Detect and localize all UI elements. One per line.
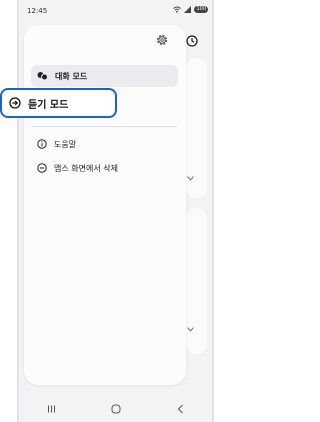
background-app-card[interactable] [186, 208, 207, 354]
home-button[interactable] [111, 404, 121, 414]
wifi-icon [173, 6, 182, 13]
navigation-bar [19, 398, 212, 420]
minus-circle-icon [37, 163, 47, 173]
menu-item-label: 듣기 모드 [28, 99, 69, 111]
info-icon [37, 139, 47, 149]
battery-icon: 100 [194, 6, 208, 13]
status-time: 12:45 [27, 7, 48, 15]
chevron-down-icon [187, 327, 194, 332]
arrow-right-circle-icon [9, 97, 21, 109]
signal-icon [184, 6, 192, 13]
chevron-down-icon [187, 176, 194, 181]
menu-item-conversation-mode[interactable]: 대화 모드 [31, 65, 178, 87]
recents-button[interactable] [47, 405, 56, 413]
status-icons: 100 [173, 6, 208, 13]
gear-icon[interactable] [155, 33, 169, 47]
menu-item-label: 도움말 [54, 139, 77, 149]
menu-item-remove-from-apps-screen[interactable]: 앱스 화면에서 삭제 [31, 157, 178, 179]
menu-item-label: 앱스 화면에서 삭제 [54, 163, 118, 173]
menu-item-label: 대화 모드 [55, 71, 88, 81]
back-button[interactable] [177, 404, 184, 414]
clock-icon[interactable] [185, 34, 199, 48]
menu-item-help[interactable]: 도움말 [31, 133, 178, 155]
divider [32, 126, 177, 127]
status-bar: 12:45 100 [19, 2, 212, 22]
menu-item-listening-mode[interactable]: 듣기 모드 [0, 88, 117, 118]
conversation-mode-icon [37, 72, 48, 81]
